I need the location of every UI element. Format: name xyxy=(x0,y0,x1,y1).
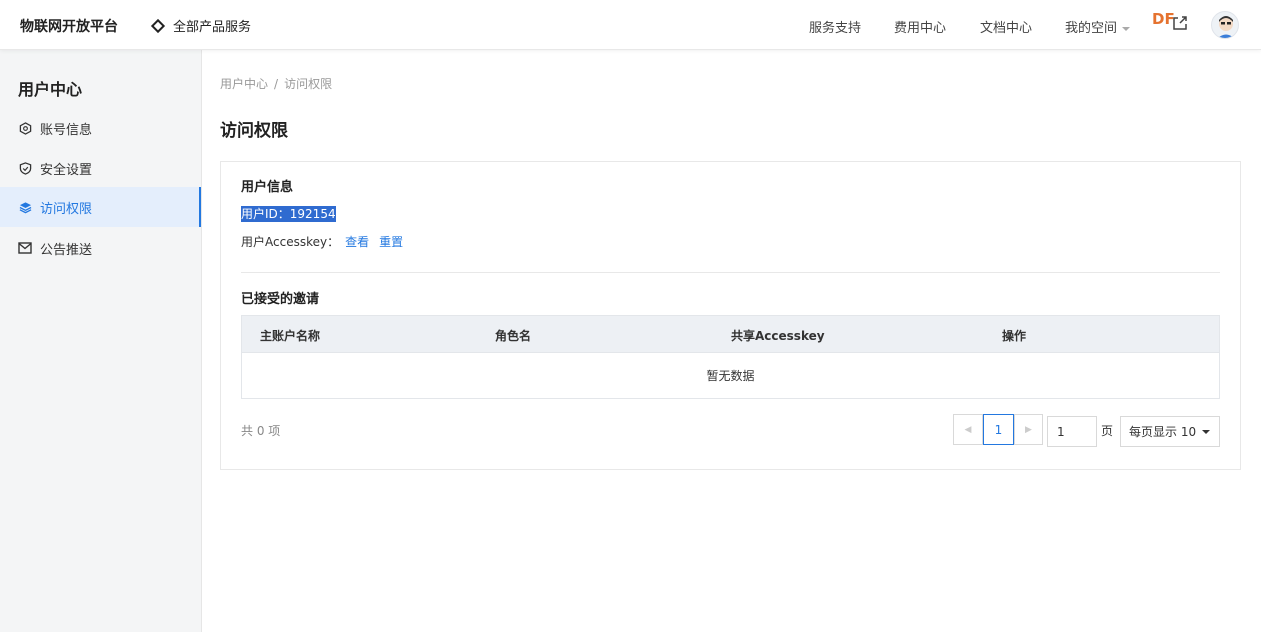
view-accesskey-link[interactable]: 查看 xyxy=(345,235,369,249)
user-avatar[interactable] xyxy=(1211,11,1239,39)
sidebar: 用户中心 账号信息 安全设置 访问权限 公告推送 xyxy=(0,50,202,632)
sidebar-item-label: 账号信息 xyxy=(40,122,93,138)
user-id-text: 用户ID：192154 xyxy=(241,205,336,222)
access-permissions-card: 用户信息 用户ID：192154 用户Accesskey： 查看 重置 已接受的邀请… xyxy=(220,161,1241,470)
sidebar-item-account-info[interactable]: 账号信息 xyxy=(0,108,201,148)
accesskey-label: 用户Accesskey： xyxy=(241,235,340,249)
next-page-button[interactable]: ▶ xyxy=(1014,414,1043,445)
hexagon-icon xyxy=(18,121,32,135)
reset-accesskey-link[interactable]: 重置 xyxy=(379,235,403,249)
invitations-title: 已接受的邀请 xyxy=(241,292,320,307)
accesskey-row: 用户Accesskey： 查看 重置 xyxy=(241,233,403,250)
platform-brand[interactable]: 物联网开放平台 xyxy=(20,16,118,36)
user-id-value: 用户ID：192154 xyxy=(241,206,336,222)
sidebar-item-label: 访问权限 xyxy=(40,201,93,217)
column-header-master-account: 主账户名称 xyxy=(260,329,321,343)
nav-service-support[interactable]: 服务支持 xyxy=(809,17,861,36)
all-products-label: 全部产品服务 xyxy=(173,20,252,35)
table-header: 主账户名称 角色名 共享Accesskey 操作 xyxy=(242,316,1219,353)
sidebar-item-access-permissions[interactable]: 访问权限 xyxy=(0,187,201,227)
page-1-button[interactable]: 1 xyxy=(983,414,1014,445)
sidebar-item-security[interactable]: 安全设置 xyxy=(0,148,201,188)
layers-icon xyxy=(18,200,32,214)
chevron-down-icon xyxy=(1122,26,1131,31)
avatar-icon xyxy=(1218,16,1234,38)
all-products-menu[interactable]: 全部产品服务 xyxy=(150,16,251,35)
goto-page-input[interactable]: 1 xyxy=(1047,416,1097,447)
breadcrumb-current: 访问权限 xyxy=(284,77,333,91)
empty-state-text: 暂无数据 xyxy=(706,369,755,383)
sidebar-item-label: 安全设置 xyxy=(40,162,93,178)
chevron-down-icon xyxy=(1202,429,1211,434)
column-header-actions: 操作 xyxy=(1002,329,1027,343)
breadcrumb-separator: / xyxy=(274,77,279,91)
logout-icon[interactable] xyxy=(1172,15,1188,31)
column-header-shared-accesskey: 共享Accesskey xyxy=(731,329,825,343)
nav-docs-center[interactable]: 文档中心 xyxy=(980,17,1032,36)
breadcrumb-parent[interactable]: 用户中心 xyxy=(220,77,268,91)
table-empty-row: 暂无数据 xyxy=(242,353,1219,398)
page-size-label: 每页显示 10 xyxy=(1129,425,1197,439)
nav-my-space[interactable]: 我的空间 xyxy=(1065,17,1131,36)
total-count: 共 0 项 xyxy=(241,424,281,438)
top-navbar: 物联网开放平台 全部产品服务 服务支持 费用中心 文档中心 我的空间 DF xyxy=(0,0,1261,50)
column-header-role-name: 角色名 xyxy=(495,329,532,343)
divider xyxy=(241,272,1220,273)
shield-icon xyxy=(18,161,32,175)
user-info-title: 用户信息 xyxy=(241,180,294,195)
sidebar-title: 用户中心 xyxy=(18,80,83,99)
nav-billing-center[interactable]: 费用中心 xyxy=(894,17,946,36)
diamond-icon xyxy=(150,18,166,33)
sidebar-item-label: 公告推送 xyxy=(40,242,93,258)
page-unit-label: 页 xyxy=(1101,424,1114,438)
sidebar-item-announcements[interactable]: 公告推送 xyxy=(0,228,201,268)
prev-page-button[interactable]: ◀ xyxy=(953,414,983,445)
page-size-select[interactable]: 每页显示 10 xyxy=(1120,416,1220,447)
mail-icon xyxy=(18,241,32,255)
page-title: 访问权限 xyxy=(220,121,288,141)
my-space-label: 我的空间 xyxy=(1065,21,1118,36)
breadcrumb: 用户中心 / 访问权限 xyxy=(220,75,332,92)
invitations-table: 主账户名称 角色名 共享Accesskey 操作 暂无数据 xyxy=(241,315,1220,399)
